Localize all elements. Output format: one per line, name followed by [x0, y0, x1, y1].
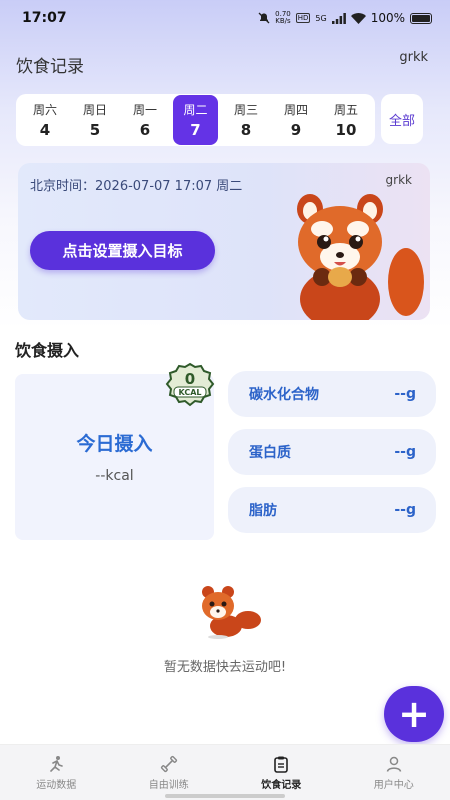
- day-sun[interactable]: 周日 5: [70, 95, 120, 145]
- beijing-time: 北京时间：2026-07-07 17:07 周二: [30, 179, 243, 194]
- week-selector: 周六 4 周日 5 周一 6 周二 7 周三 8 周四 9 周五 10: [16, 94, 375, 146]
- hd-badge: HD: [295, 13, 311, 23]
- day-thu[interactable]: 周四 9: [271, 95, 321, 145]
- signal-icon: [331, 12, 346, 24]
- nav-label: 用户中心: [373, 779, 414, 791]
- net-speed: 0.70 KB/s: [275, 10, 291, 25]
- nav-sport-data[interactable]: 运动数据: [0, 755, 112, 791]
- dumbbell-icon: [160, 755, 177, 772]
- nutrient-value: --g: [394, 502, 416, 518]
- nutrient-name: 蛋白质: [249, 445, 291, 461]
- day-date: 4: [39, 121, 51, 139]
- nav-diet-record[interactable]: 饮食记录: [225, 755, 337, 791]
- wifi-icon: [350, 12, 366, 24]
- carbs-row[interactable]: 碳水化合物 --g: [228, 371, 436, 417]
- nav-label: 饮食记录: [261, 779, 302, 791]
- svg-text:0: 0: [185, 370, 195, 388]
- day-date: 7: [190, 121, 201, 139]
- day-weekday: 周二: [183, 103, 208, 117]
- bottom-nav: 运动数据 自由训练 饮食记录 用户中心: [0, 744, 450, 800]
- kcal-badge-icon: 0 KCAL: [165, 362, 215, 407]
- svg-text:KCAL: KCAL: [179, 388, 202, 397]
- today-intake-value: --kcal: [95, 468, 134, 484]
- nav-label: 运动数据: [36, 779, 77, 791]
- hero-username: grkk: [385, 173, 412, 187]
- home-indicator[interactable]: [165, 794, 285, 798]
- status-icons: 0.70 KB/s HD 5G 100%: [258, 11, 432, 25]
- day-date: 10: [335, 121, 357, 139]
- hero-card: 北京时间：2026-07-07 17:07 周二 grkk 点击设置摄入目标: [18, 163, 430, 320]
- nav-user-center[interactable]: 用户中心: [338, 755, 450, 791]
- battery-percent: 100%: [370, 11, 405, 25]
- network-type: 5G: [315, 13, 327, 23]
- day-date: 8: [240, 121, 252, 139]
- empty-state-text: 暂无数据快去运动吧!: [163, 660, 287, 675]
- day-weekday: 周五: [333, 103, 358, 117]
- day-weekday: 周三: [234, 103, 259, 117]
- day-date: 9: [290, 121, 302, 139]
- nav-label: 自由训练: [148, 779, 189, 791]
- all-dates-button[interactable]: 全部: [381, 94, 423, 144]
- today-intake-label: 今日摄入: [76, 433, 153, 455]
- user-icon: [386, 756, 401, 772]
- day-fri[interactable]: 周五 10: [321, 95, 371, 145]
- day-tue-selected[interactable]: 周二 7: [172, 95, 219, 145]
- fat-row[interactable]: 脂肪 --g: [228, 487, 436, 533]
- day-date: 5: [89, 121, 101, 139]
- day-date: 6: [139, 121, 151, 139]
- header-username[interactable]: grkk: [399, 50, 428, 65]
- red-panda-illustration: [297, 194, 424, 320]
- day-wed[interactable]: 周三 8: [221, 95, 271, 145]
- nutrient-value: --g: [394, 444, 416, 460]
- empty-state-panda-illustration: [202, 586, 261, 639]
- page-title: 饮食记录: [16, 57, 84, 77]
- add-record-fab[interactable]: +: [384, 686, 444, 742]
- status-bar: 17:07 0.70 KB/s HD 5G 100%: [0, 0, 450, 36]
- status-time: 17:07: [22, 10, 67, 26]
- clipboard-icon: [274, 756, 289, 773]
- day-weekday: 周六: [32, 103, 57, 117]
- day-weekday: 周一: [132, 103, 157, 117]
- nutrient-value: --g: [394, 386, 416, 402]
- plus-icon: +: [398, 692, 430, 736]
- day-mon[interactable]: 周一 6: [120, 95, 170, 145]
- day-weekday: 周四: [284, 103, 309, 117]
- nutrient-name: 脂肪: [249, 503, 277, 519]
- nutrient-name: 碳水化合物: [249, 387, 319, 403]
- mute-icon: [258, 12, 270, 24]
- running-icon: [50, 755, 64, 772]
- battery-icon: [410, 12, 432, 24]
- nav-free-training[interactable]: 自由训练: [113, 755, 225, 791]
- protein-row[interactable]: 蛋白质 --g: [228, 429, 436, 475]
- day-weekday: 周日: [82, 103, 107, 117]
- set-intake-goal-button[interactable]: 点击设置摄入目标: [30, 231, 215, 270]
- section-title-intake: 饮食摄入: [15, 341, 80, 360]
- day-sat[interactable]: 周六 4: [20, 95, 70, 145]
